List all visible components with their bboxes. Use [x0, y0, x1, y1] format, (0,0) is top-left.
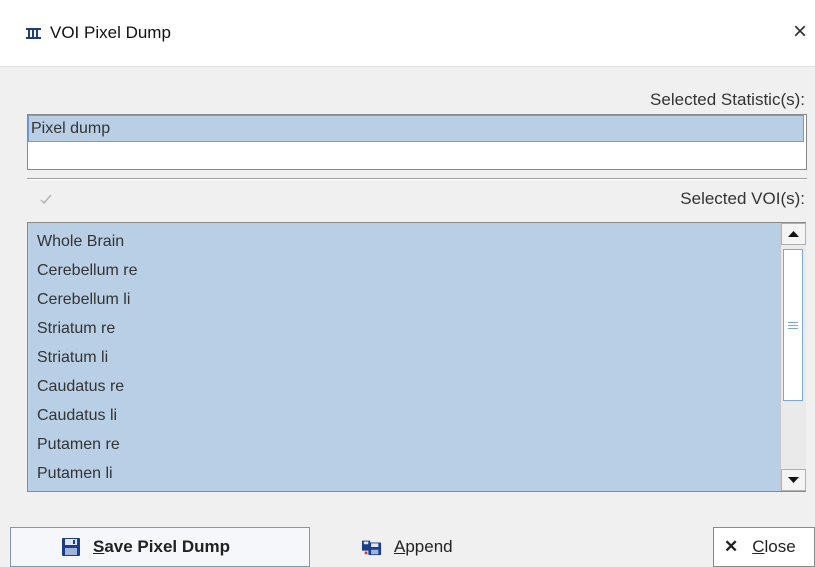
window-title: VOI Pixel Dump: [50, 23, 171, 42]
save-pixel-dump-button[interactable]: Save Pixel Dump: [10, 527, 310, 567]
selected-statistics-label: Selected Statistic(s):: [650, 90, 805, 109]
voi-item-caudatus-li[interactable]: Caudatus li: [37, 401, 117, 430]
voi-item-cerebellum-li[interactable]: Cerebellum li: [37, 285, 130, 314]
save-label-rest: ave Pixel Dump: [104, 537, 231, 556]
grip-icon: [788, 322, 798, 329]
voi-item-caudatus-re[interactable]: Caudatus re: [37, 372, 124, 401]
arrow-down-icon: [788, 477, 799, 483]
close-label-rest: lose: [764, 537, 796, 556]
close-mnemonic: C: [752, 537, 765, 556]
append-button[interactable]: Append: [362, 527, 522, 567]
voi-list-scrollbar[interactable]: [780, 223, 806, 491]
window-close-button[interactable]: ×: [786, 17, 814, 47]
floppy-disk-icon: [62, 538, 80, 556]
append-mnemonic: A: [394, 537, 406, 556]
save-button-label: Save Pixel Dump: [93, 537, 230, 557]
close-button-label: Close: [752, 537, 795, 557]
selected-vois-label: Selected VOI(s):: [680, 189, 805, 208]
scroll-thumb[interactable]: [783, 249, 803, 401]
title-bar: VOI Pixel Dump ×: [0, 0, 815, 67]
arrow-up-icon: [788, 231, 799, 237]
check-icon[interactable]: [38, 191, 54, 207]
voi-item-putamen-li[interactable]: Putamen li: [37, 459, 113, 488]
scroll-up-button[interactable]: [781, 223, 806, 245]
close-button[interactable]: ✕ Close: [713, 527, 815, 567]
statistics-list[interactable]: Pixel dump: [27, 114, 807, 170]
section-divider-highlight: [27, 179, 807, 180]
voi-item-cerebellum-re[interactable]: Cerebellum re: [37, 256, 137, 285]
app-logo-icon: [25, 26, 42, 40]
voi-list[interactable]: Whole Brain Cerebellum re Cerebellum li …: [27, 222, 806, 492]
voi-item-whole-brain[interactable]: Whole Brain: [37, 227, 124, 256]
close-x-icon: ✕: [724, 537, 739, 556]
voi-item-striatum-re[interactable]: Striatum re: [37, 314, 115, 343]
voi-item-striatum-li[interactable]: Striatum li: [37, 343, 108, 372]
save-mnemonic: S: [93, 537, 105, 556]
scroll-down-button[interactable]: [781, 469, 806, 491]
statistic-item-pixel-dump[interactable]: Pixel dump: [28, 115, 804, 142]
voi-item-putamen-re[interactable]: Putamen re: [37, 430, 120, 459]
append-disk-icon: [362, 540, 382, 556]
append-label-rest: ppend: [405, 537, 453, 556]
append-button-label: Append: [394, 537, 453, 557]
